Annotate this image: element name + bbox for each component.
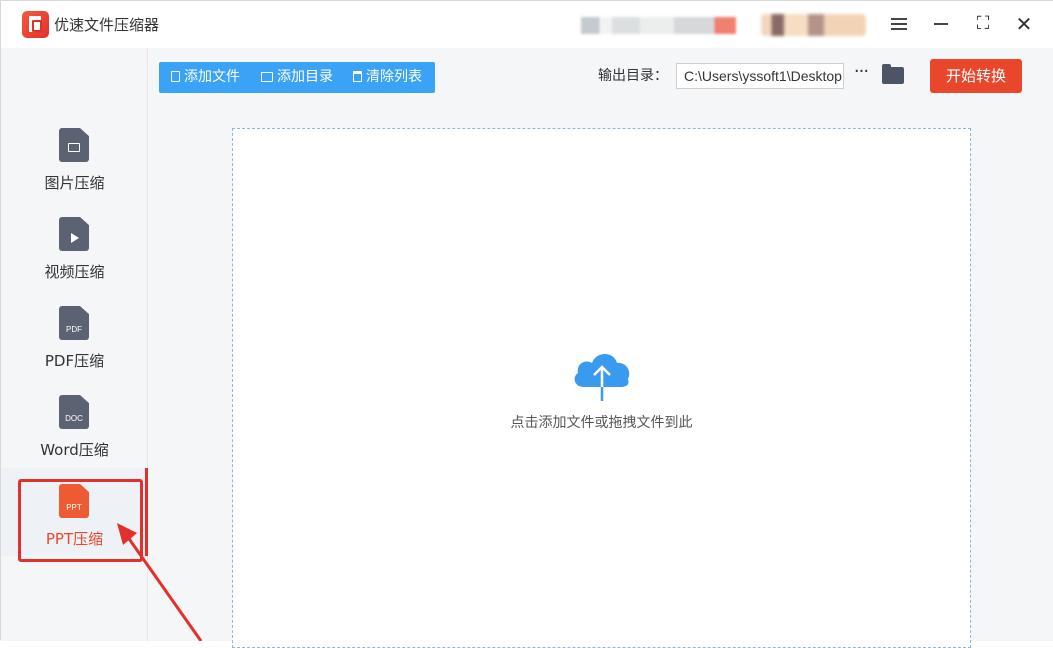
app-title: 优速文件压缩器 — [54, 16, 160, 34]
sidebar-item-label: PDF压缩 — [44, 352, 105, 370]
drop-zone-text: 点击添加文件或拖拽文件到此 — [510, 415, 693, 431]
file-badge: PDF — [66, 325, 82, 334]
minimize-icon[interactable] — [929, 13, 953, 35]
pdf-file-icon: PDF — [59, 306, 89, 340]
toolbar: 添加文件 添加目录 清除列表 输出目录： C:\Users\yssoft1\De… — [148, 48, 1053, 108]
maximize-icon[interactable]: ⛶ — [971, 13, 995, 35]
annotation-arrow — [117, 523, 203, 641]
image-file-icon — [59, 128, 89, 162]
sidebar-item-label: 图片压缩 — [44, 174, 105, 192]
sidebar-item-image[interactable]: 图片压缩 — [1, 118, 148, 204]
output-directory-label: 输出目录： — [598, 68, 668, 84]
cloud-upload-icon — [574, 354, 630, 401]
open-folder-icon[interactable] — [882, 64, 904, 84]
folder-icon — [261, 72, 273, 82]
video-file-icon — [59, 217, 89, 251]
file-badge: DOC — [65, 414, 83, 423]
add-folder-button[interactable]: 添加目录 — [261, 62, 333, 93]
sidebar-item-label: 视频压缩 — [44, 263, 105, 281]
close-icon[interactable]: ✕ — [1012, 13, 1036, 35]
clear-list-button[interactable]: 清除列表 — [353, 62, 422, 93]
title-bar: 优速文件压缩器 ⛶ ✕ — [1, 1, 1053, 48]
app-window: 优速文件压缩器 ⛶ ✕ 图片压缩 视频压缩 PDF PDF压缩 DOC Word… — [0, 0, 1053, 648]
output-directory-input[interactable]: C:\Users\yssoft1\Desktop — [676, 63, 844, 89]
doc-file-icon: DOC — [59, 395, 89, 429]
blurred-account-info — [581, 17, 736, 34]
menu-icon[interactable] — [887, 13, 911, 35]
document-icon — [171, 71, 180, 82]
main-area: 点击添加文件或拖拽文件到此 — [148, 108, 1053, 648]
file-drop-zone[interactable]: 点击添加文件或拖拽文件到此 — [232, 128, 971, 648]
browse-more-button[interactable]: ··· — [850, 63, 872, 87]
add-file-button[interactable]: 添加文件 — [171, 62, 240, 93]
sidebar-item-pdf[interactable]: PDF PDF压缩 — [1, 296, 148, 382]
sidebar-item-video[interactable]: 视频压缩 — [1, 207, 148, 293]
file-actions-group: 添加文件 添加目录 清除列表 — [159, 62, 435, 93]
sidebar-item-word[interactable]: DOC Word压缩 — [1, 385, 148, 471]
blurred-user-badge[interactable] — [761, 14, 866, 36]
sidebar-item-label: Word压缩 — [40, 441, 109, 459]
start-convert-button[interactable]: 开始转换 — [930, 59, 1022, 93]
trash-icon — [353, 71, 362, 82]
app-logo-icon — [22, 11, 49, 38]
